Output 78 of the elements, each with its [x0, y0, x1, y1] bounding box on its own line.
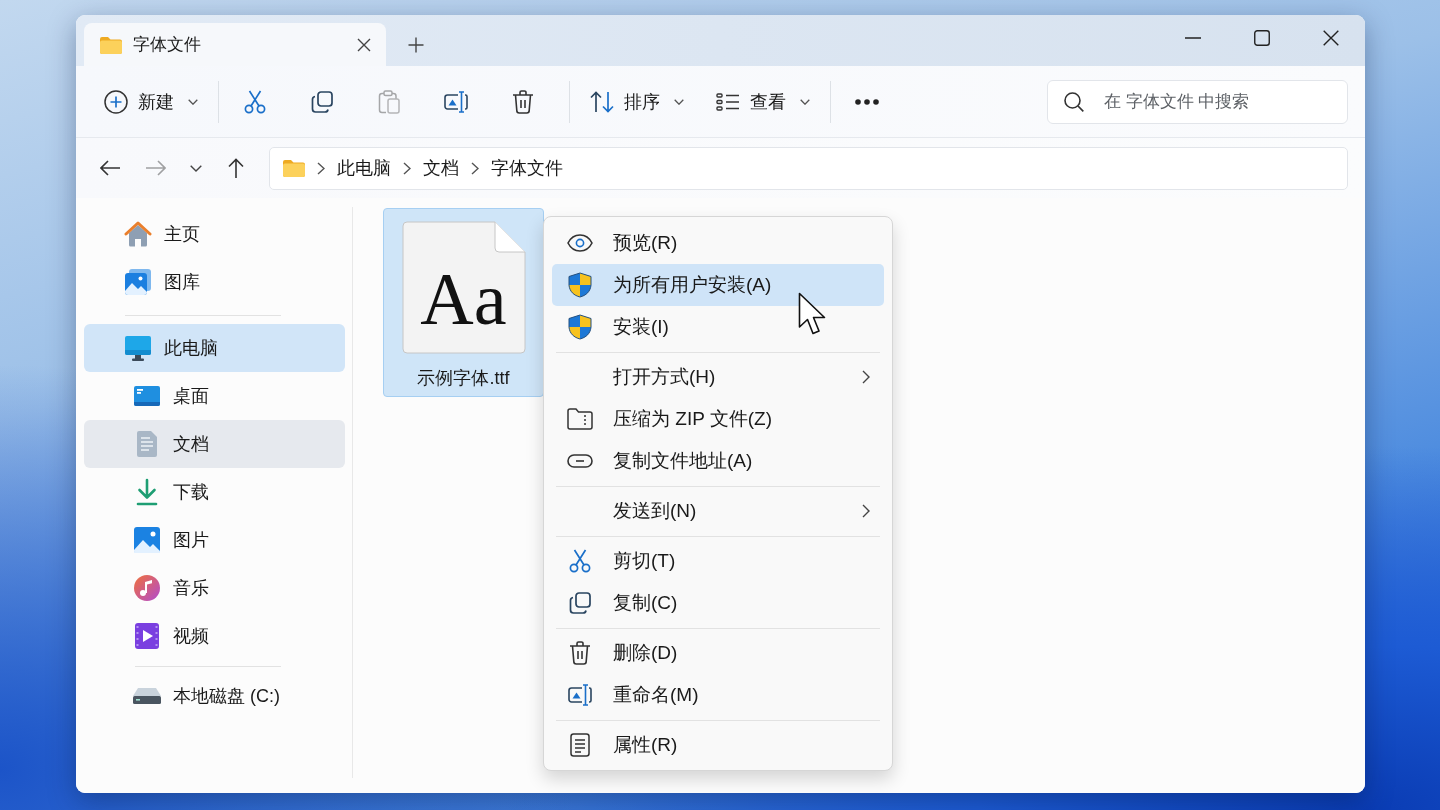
new-button[interactable]: 新建 — [96, 79, 206, 124]
more-icon[interactable] — [855, 98, 879, 105]
sidebar-item[interactable]: 视频 — [84, 612, 345, 660]
gallery-icon — [124, 268, 152, 296]
sidebar-item[interactable]: 文档 — [84, 420, 345, 468]
capsule-icon — [567, 454, 593, 468]
sidebar-item[interactable]: 图库 — [84, 258, 345, 306]
shield-icon — [568, 314, 592, 340]
caret-icon[interactable] — [190, 164, 202, 172]
address-bar[interactable]: 此电脑 文档 字体文件 — [269, 146, 1348, 190]
document-icon — [570, 733, 590, 757]
menu-item[interactable]: 重命名(M) — [552, 674, 884, 716]
trash-icon[interactable] — [512, 89, 534, 114]
chevron-icon[interactable] — [317, 161, 325, 175]
menu-item[interactable]: 为所有用户安装(A) — [552, 264, 884, 306]
file-item[interactable]: Aa 示例字体.ttf — [383, 208, 544, 397]
breadcrumb-item[interactable]: 此电脑 — [337, 156, 391, 180]
menu-item[interactable]: 发送到(N) — [552, 490, 884, 532]
folder-icon — [283, 159, 305, 177]
file-name: 示例字体.ttf — [417, 367, 510, 390]
tab[interactable]: 字体文件 — [84, 23, 386, 66]
list-icon — [716, 92, 740, 111]
folder-icon — [100, 35, 122, 54]
sidebar-item[interactable]: 主页 — [84, 210, 345, 258]
maximize-icon[interactable] — [1253, 30, 1270, 46]
monitor-icon — [124, 334, 152, 362]
sort-icon — [590, 90, 614, 113]
desktop-icon — [133, 385, 161, 407]
chevron-icon[interactable] — [471, 161, 479, 175]
sort-button[interactable]: 排序 — [582, 79, 692, 124]
mouse-pointer-icon — [798, 292, 826, 336]
shield-icon — [568, 272, 592, 298]
menu-item[interactable]: 安装(I) — [552, 306, 884, 348]
trash-icon — [569, 641, 591, 665]
plus-icon[interactable] — [408, 36, 424, 53]
up-arrow-icon[interactable] — [228, 158, 244, 178]
search-field[interactable]: 在 字体文件 中搜索 — [1047, 79, 1348, 124]
menu-item[interactable]: 预览(R) — [552, 222, 884, 264]
sidebar-item[interactable]: 桌面 — [84, 372, 345, 420]
sidebar-item[interactable]: 下载 — [84, 468, 345, 516]
font-preview-text: Aa — [420, 262, 507, 336]
search-icon — [1064, 91, 1084, 112]
sidebar-item[interactable]: 此电脑 — [84, 324, 345, 372]
scissors-icon — [569, 549, 591, 573]
eye-icon — [567, 234, 593, 252]
chevron-icon[interactable] — [403, 161, 411, 175]
file-page-icon — [401, 221, 526, 354]
back-arrow-icon[interactable] — [100, 160, 120, 176]
breadcrumb-item[interactable]: 文档 — [423, 156, 459, 180]
download-icon — [135, 478, 159, 506]
menu-item[interactable]: 复制(C) — [552, 582, 884, 624]
view-button[interactable]: 查看 — [708, 79, 818, 124]
play-icon — [135, 623, 159, 649]
copy-icon — [569, 592, 591, 614]
close-icon[interactable] — [357, 37, 371, 52]
menu-item[interactable]: 删除(D) — [552, 632, 884, 674]
music-note-icon — [134, 575, 160, 601]
plus-circle-icon — [104, 89, 128, 114]
sidebar-item[interactable]: 本地磁盘 (C:) — [84, 672, 345, 720]
house-icon — [124, 220, 152, 248]
zip-folder-icon — [567, 408, 593, 430]
picture-icon — [134, 527, 160, 553]
rename-icon[interactable] — [444, 90, 468, 113]
menu-item[interactable]: 属性(R) — [552, 724, 884, 766]
scissors-icon[interactable] — [244, 89, 266, 114]
close-icon[interactable] — [1322, 30, 1339, 46]
document-icon — [136, 430, 158, 458]
drive-icon — [133, 688, 161, 704]
copy-icon[interactable] — [311, 90, 333, 113]
breadcrumb-item[interactable]: 字体文件 — [491, 156, 563, 180]
menu-item[interactable]: 打开方式(H) — [552, 356, 884, 398]
menu-item[interactable]: 复制文件地址(A) — [552, 440, 884, 482]
minimize-icon[interactable] — [1184, 37, 1201, 39]
menu-item[interactable]: 剪切(T) — [552, 540, 884, 582]
sidebar-item[interactable]: 图片 — [84, 516, 345, 564]
sidebar-item[interactable]: 音乐 — [84, 564, 345, 612]
rename-icon — [568, 684, 592, 706]
menu-item[interactable]: 压缩为 ZIP 文件(Z) — [552, 398, 884, 440]
